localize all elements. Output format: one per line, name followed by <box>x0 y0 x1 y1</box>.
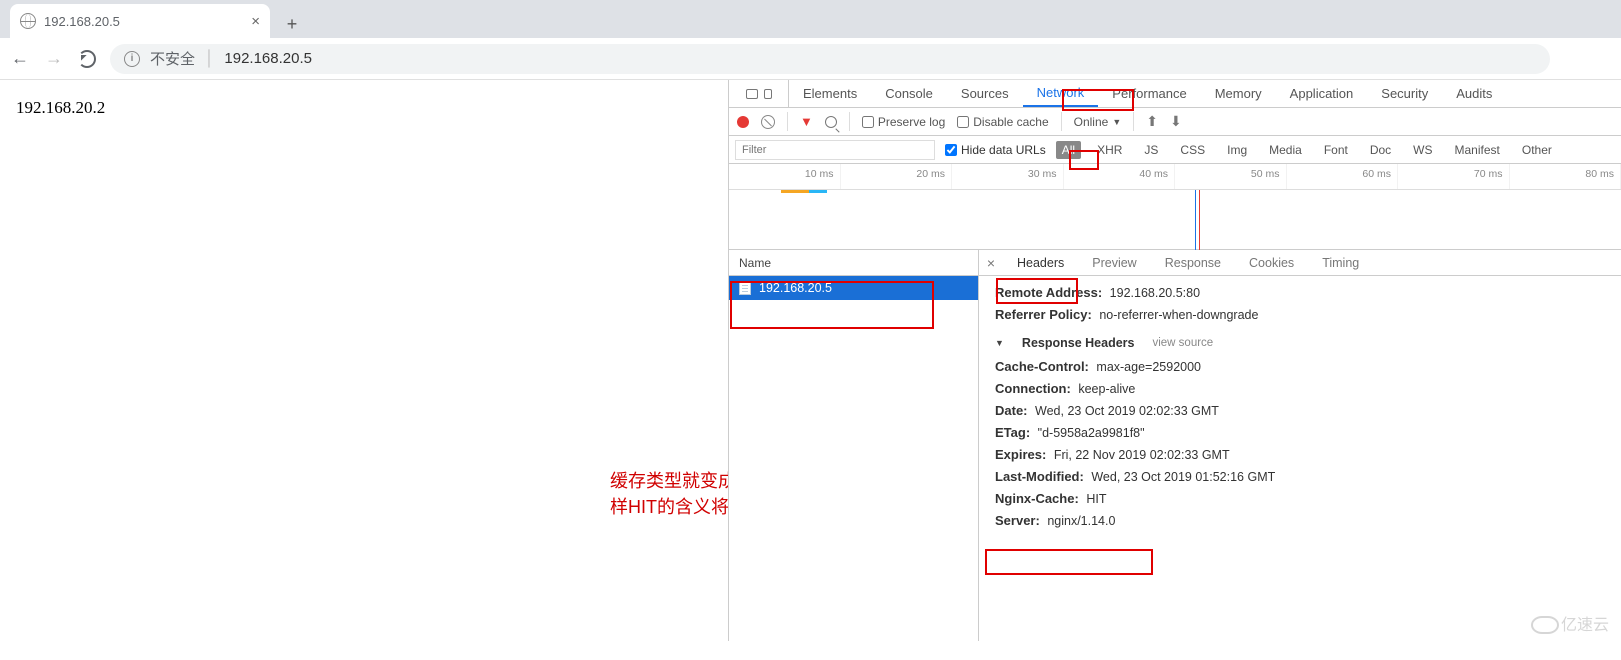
load-marker <box>1195 190 1196 250</box>
network-filter-bar: Hide data URLs All XHR JS CSS Img Media … <box>729 136 1621 164</box>
tab-memory[interactable]: Memory <box>1201 80 1276 107</box>
document-icon <box>739 281 751 295</box>
hdr-last-modified: Last-Modified: Wed, 23 Oct 2019 01:52:16… <box>995 466 1621 488</box>
headers-body: Remote Address: 192.168.20.5:80 Referrer… <box>979 276 1621 641</box>
record-button[interactable] <box>737 116 749 128</box>
search-icon[interactable] <box>825 116 837 128</box>
hdr-date: Date: Wed, 23 Oct 2019 02:02:33 GMT <box>995 400 1621 422</box>
tab-performance[interactable]: Performance <box>1098 80 1200 107</box>
info-icon: i <box>124 51 140 67</box>
type-js[interactable]: JS <box>1138 141 1164 159</box>
filter-input[interactable] <box>735 140 935 160</box>
tab-security[interactable]: Security <box>1367 80 1442 107</box>
hide-data-urls-checkbox[interactable]: Hide data URLs <box>945 143 1046 157</box>
hdr-cache-control: Cache-Control: max-age=2592000 <box>995 356 1621 378</box>
timing-bar <box>809 190 827 193</box>
tab-title: 192.168.20.5 <box>44 14 120 29</box>
timeline-ruler: 10 ms 20 ms 30 ms 40 ms 50 ms 60 ms 70 m… <box>729 164 1621 190</box>
type-other[interactable]: Other <box>1516 141 1558 159</box>
network-timeline[interactable]: 10 ms 20 ms 30 ms 40 ms 50 ms 60 ms 70 m… <box>729 164 1621 250</box>
tab-network[interactable]: Network <box>1023 80 1099 107</box>
tab-application[interactable]: Application <box>1276 80 1368 107</box>
devtools-tab-bar: Elements Console Sources Network Perform… <box>729 80 1621 108</box>
dtab-cookies[interactable]: Cookies <box>1235 250 1308 275</box>
referrer-policy: Referrer Policy: no-referrer-when-downgr… <box>995 304 1621 326</box>
type-doc[interactable]: Doc <box>1364 141 1397 159</box>
column-name[interactable]: Name <box>729 250 978 276</box>
separator: │ <box>205 50 214 67</box>
hdr-etag: ETag: "d-5958a2a9981f8" <box>995 422 1621 444</box>
response-headers-section[interactable]: ▼Response Headersview source <box>995 326 1621 356</box>
insecure-label: 不安全 <box>150 48 195 69</box>
preserve-log-checkbox[interactable]: Preserve log <box>862 115 945 129</box>
type-css[interactable]: CSS <box>1174 141 1211 159</box>
type-xhr[interactable]: XHR <box>1091 141 1128 159</box>
clear-button[interactable] <box>761 115 775 129</box>
dtab-response[interactable]: Response <box>1151 250 1235 275</box>
request-detail: × Headers Preview Response Cookies Timin… <box>979 250 1621 641</box>
type-ws[interactable]: WS <box>1407 141 1438 159</box>
globe-icon <box>20 13 36 29</box>
dtab-preview[interactable]: Preview <box>1078 250 1150 275</box>
view-source-link[interactable]: view source <box>1152 337 1213 349</box>
close-detail-button[interactable]: × <box>979 250 1003 275</box>
back-button[interactable]: ← <box>10 48 30 69</box>
tab-sources[interactable]: Sources <box>947 80 1023 107</box>
timing-bar <box>781 190 809 193</box>
browser-toolbar: ← → i 不安全 │ 192.168.20.5 <box>0 38 1621 80</box>
url-text: 192.168.20.5 <box>224 50 312 67</box>
device-toolbar[interactable] <box>729 80 789 107</box>
new-tab-button[interactable]: + <box>278 10 306 38</box>
type-manifest[interactable]: Manifest <box>1449 141 1506 159</box>
request-row[interactable]: 192.168.20.5 <box>729 276 978 300</box>
watermark: 亿速云 <box>1531 611 1609 635</box>
hdr-nginx-cache: Nginx-Cache: HIT <box>995 488 1621 510</box>
hdr-expires: Expires: Fri, 22 Nov 2019 02:02:33 GMT <box>995 444 1621 466</box>
close-icon[interactable]: × <box>251 13 260 30</box>
download-icon[interactable]: ⬇ <box>1170 113 1182 130</box>
reload-button[interactable] <box>78 50 96 68</box>
devtools-panel: Elements Console Sources Network Perform… <box>728 80 1621 641</box>
detail-tab-bar: × Headers Preview Response Cookies Timin… <box>979 250 1621 276</box>
tab-strip: 192.168.20.5 × + <box>0 0 1621 38</box>
remote-address: Remote Address: 192.168.20.5:80 <box>995 282 1621 304</box>
disable-cache-checkbox[interactable]: Disable cache <box>957 115 1048 129</box>
type-img[interactable]: Img <box>1221 141 1253 159</box>
upload-icon[interactable]: ⬆ <box>1146 113 1158 130</box>
forward-button[interactable]: → <box>44 48 64 69</box>
network-toolbar: ▼ Preserve log Disable cache Online▼ ⬆ ⬇ <box>729 108 1621 136</box>
hdr-connection: Connection: keep-alive <box>995 378 1621 400</box>
tab-console[interactable]: Console <box>871 80 947 107</box>
domcontent-marker <box>1199 190 1200 250</box>
filter-icon[interactable]: ▼ <box>800 114 813 129</box>
inspect-icon <box>746 89 758 99</box>
page-body-text: 192.168.20.2 <box>16 98 105 118</box>
browser-tab[interactable]: 192.168.20.5 × <box>10 4 270 38</box>
address-bar[interactable]: i 不安全 │ 192.168.20.5 <box>110 44 1550 74</box>
hdr-server: Server: nginx/1.14.0 <box>995 510 1621 532</box>
type-media[interactable]: Media <box>1263 141 1308 159</box>
type-all[interactable]: All <box>1056 141 1081 159</box>
content-area: 192.168.20.2 缓存类型就变成了HIT，同 样HIT的含义将在下面解释… <box>0 80 1621 641</box>
tab-elements[interactable]: Elements <box>789 80 871 107</box>
throttle-select[interactable]: Online▼ <box>1074 115 1122 129</box>
tab-audits[interactable]: Audits <box>1442 80 1506 107</box>
type-font[interactable]: Font <box>1318 141 1354 159</box>
request-list: Name 192.168.20.5 <box>729 250 979 641</box>
dtab-headers[interactable]: Headers <box>1003 250 1078 275</box>
device-icon <box>764 89 772 99</box>
dtab-timing[interactable]: Timing <box>1308 250 1373 275</box>
